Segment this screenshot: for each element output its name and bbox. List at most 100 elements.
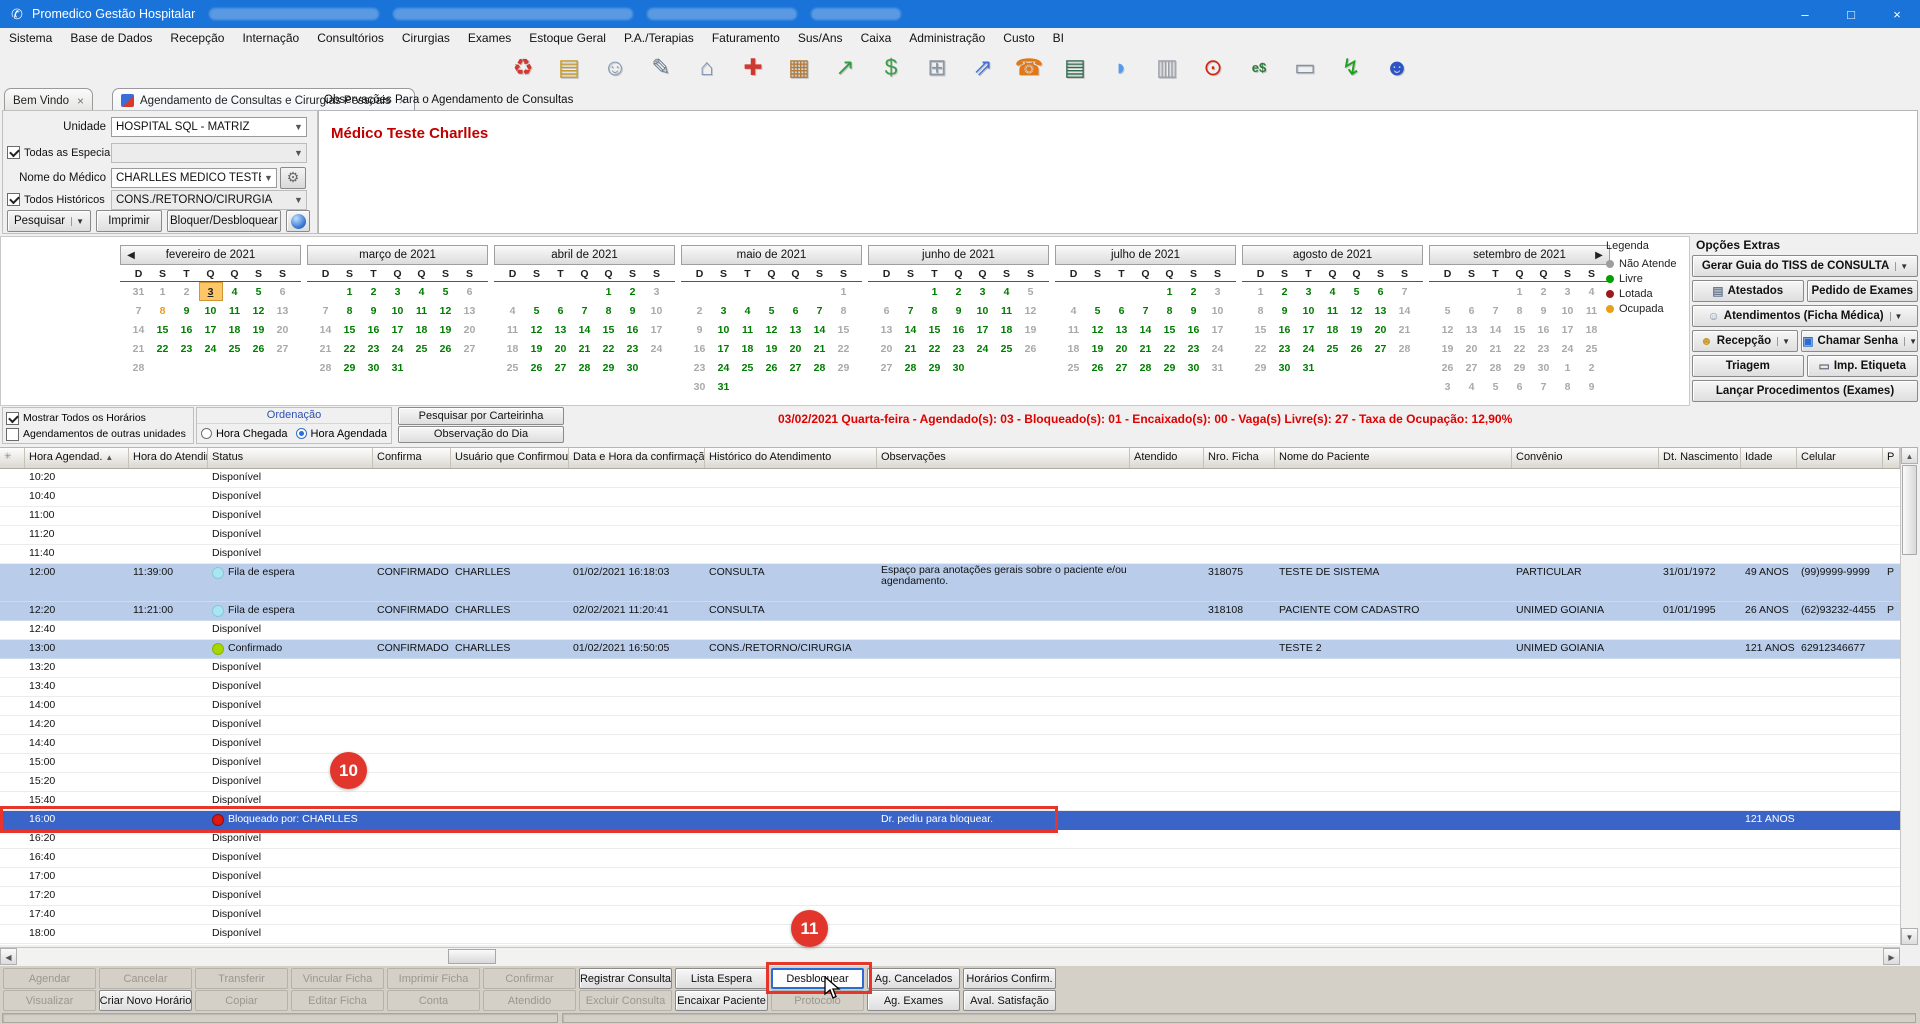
calendar-day[interactable]: 24 bbox=[1556, 339, 1580, 358]
calendar-day[interactable]: 2 bbox=[621, 282, 645, 301]
calendar-day[interactable]: 21 bbox=[127, 339, 151, 358]
chat-icon[interactable]: ◗ bbox=[1103, 50, 1139, 84]
vitals-chart-icon[interactable]: ↯ bbox=[1333, 50, 1369, 84]
criar-novo-hor-rio-button[interactable]: Criar Novo Horário bbox=[99, 990, 192, 1011]
calendar-day[interactable]: 24 bbox=[712, 358, 736, 377]
menu-custo[interactable]: Custo bbox=[994, 29, 1043, 47]
calendar-day[interactable]: 10 bbox=[1297, 301, 1321, 320]
calendar-day[interactable]: 12 bbox=[760, 320, 784, 339]
calendar-day[interactable]: 14 bbox=[808, 320, 832, 339]
calendar-day[interactable]: 29 bbox=[597, 358, 621, 377]
calendar-day[interactable]: 25 bbox=[1580, 339, 1604, 358]
calendar-day[interactable]: 27 bbox=[458, 339, 482, 358]
calendar-day[interactable]: 9 bbox=[175, 301, 199, 320]
calendar-day[interactable]: 2 bbox=[1580, 358, 1604, 377]
calendar-day[interactable]: 21 bbox=[573, 339, 597, 358]
calendar-day[interactable]: 22 bbox=[1508, 339, 1532, 358]
column-header-dc[interactable]: Data e Hora da confirmaçã bbox=[569, 448, 705, 468]
finance-chart-icon[interactable]: ⇗ bbox=[965, 50, 1001, 84]
column-header-u[interactable]: Usuário que Confirmou bbox=[451, 448, 569, 468]
calendar-day[interactable]: 16 bbox=[621, 320, 645, 339]
column-header-h[interactable]: Histórico do Atendimento bbox=[705, 448, 877, 468]
calendar-day[interactable]: 9 bbox=[1580, 377, 1604, 396]
hor-rios-confirm--button[interactable]: Horários Confirm. bbox=[963, 968, 1056, 989]
calendar-day[interactable]: 8 bbox=[1508, 301, 1532, 320]
calendar-day[interactable]: 28 bbox=[127, 358, 151, 377]
calendar-day[interactable]: 31 bbox=[712, 377, 736, 396]
calendar-day[interactable]: 3 bbox=[1297, 282, 1321, 301]
calendar-day[interactable]: 22 bbox=[597, 339, 621, 358]
calendar-day[interactable]: 27 bbox=[271, 339, 295, 358]
calendar-day[interactable]: 14 bbox=[573, 320, 597, 339]
extras-atestados-button[interactable]: ▤ Atestados bbox=[1692, 280, 1804, 302]
calendar-day[interactable]: 21 bbox=[314, 339, 338, 358]
vertical-scroll-thumb[interactable] bbox=[1902, 465, 1917, 555]
calendar-day[interactable]: 26 bbox=[434, 339, 458, 358]
calendar-day[interactable]: 1 bbox=[1158, 282, 1182, 301]
menu-administra-o[interactable]: Administração bbox=[900, 29, 994, 47]
calendar-day[interactable]: 12 bbox=[247, 301, 271, 320]
calendar-day[interactable]: 24 bbox=[386, 339, 410, 358]
table-row[interactable]: 10:40 Disponível bbox=[0, 488, 1900, 507]
calendar-day[interactable]: 27 bbox=[1110, 358, 1134, 377]
calendar-day[interactable]: 31 bbox=[1206, 358, 1230, 377]
calendar-day[interactable]: 4 bbox=[501, 301, 525, 320]
calendar-day[interactable]: 9 bbox=[947, 301, 971, 320]
table-row[interactable]: 17:40 Disponível bbox=[0, 906, 1900, 925]
scroll-right-icon[interactable]: ▶ bbox=[1883, 948, 1900, 965]
calendar-day[interactable]: 18 bbox=[410, 320, 434, 339]
calendar-day[interactable]: 27 bbox=[784, 358, 808, 377]
column-header-nf[interactable]: Nro. Ficha bbox=[1204, 448, 1275, 468]
calendar-day[interactable]: 3 bbox=[1436, 377, 1460, 396]
calendar-day[interactable]: 25 bbox=[1321, 339, 1345, 358]
calendar-day[interactable]: 13 bbox=[1460, 320, 1484, 339]
calendar-day[interactable]: 6 bbox=[875, 301, 899, 320]
calendar-day[interactable]: 10 bbox=[645, 301, 669, 320]
calendar-day[interactable]: 15 bbox=[597, 320, 621, 339]
column-header-at[interactable]: Hora do Atendime bbox=[129, 448, 208, 468]
calendar-day[interactable]: 9 bbox=[688, 320, 712, 339]
calendar-day[interactable]: 13 bbox=[458, 301, 482, 320]
table-row[interactable]: 18:00 Disponível bbox=[0, 925, 1900, 944]
calendar-day[interactable]: 14 bbox=[314, 320, 338, 339]
calendar-day[interactable]: 26 bbox=[247, 339, 271, 358]
menu-consult-rios[interactable]: Consultórios bbox=[308, 29, 393, 47]
calendar-day[interactable]: 23 bbox=[621, 339, 645, 358]
calendar-day[interactable]: 4 bbox=[736, 301, 760, 320]
calendar-day[interactable]: 26 bbox=[1436, 358, 1460, 377]
calendar-day[interactable]: 7 bbox=[573, 301, 597, 320]
calendar-day[interactable]: 11 bbox=[223, 301, 247, 320]
calendar-day[interactable]: 27 bbox=[549, 358, 573, 377]
calendar-day[interactable]: 5 bbox=[434, 282, 458, 301]
calendar-day[interactable]: 9 bbox=[1273, 301, 1297, 320]
extras-chamar-senha-button[interactable]: ▣ Chamar Senha ▼ bbox=[1801, 330, 1918, 352]
calendar-day[interactable]: 9 bbox=[1532, 301, 1556, 320]
calendar-day[interactable]: 7 bbox=[1532, 377, 1556, 396]
calendar-day[interactable]: 17 bbox=[386, 320, 410, 339]
calendar-day[interactable]: 17 bbox=[1297, 320, 1321, 339]
table-row[interactable]: 16:40 Disponível bbox=[0, 849, 1900, 868]
calendar-day[interactable]: 23 bbox=[1532, 339, 1556, 358]
calendar-day[interactable]: 30 bbox=[688, 377, 712, 396]
calendar-day[interactable]: 19 bbox=[760, 339, 784, 358]
encaixar-paciente-button[interactable]: Encaixar Paciente bbox=[675, 990, 768, 1011]
calendar-day[interactable]: 5 bbox=[1086, 301, 1110, 320]
calendar-day[interactable]: 3 bbox=[712, 301, 736, 320]
calendar-day[interactable]: 16 bbox=[175, 320, 199, 339]
calendar-day[interactable]: 2 bbox=[362, 282, 386, 301]
calendar-day[interactable]: 4 bbox=[995, 282, 1019, 301]
calendar-day[interactable]: 19 bbox=[434, 320, 458, 339]
calendar-day[interactable]: 3 bbox=[1206, 282, 1230, 301]
horizontal-scroll-thumb[interactable] bbox=[448, 949, 496, 964]
calendar-day[interactable]: 27 bbox=[875, 358, 899, 377]
calendar-day[interactable]: 31 bbox=[386, 358, 410, 377]
calendar-day[interactable]: 14 bbox=[127, 320, 151, 339]
menu-recep-o[interactable]: Recepção bbox=[161, 29, 233, 47]
ag-cancelados-button[interactable]: Ag. Cancelados bbox=[867, 968, 960, 989]
table-row[interactable]: 14:20 Disponível bbox=[0, 716, 1900, 735]
calendar-day[interactable]: 14 bbox=[1484, 320, 1508, 339]
calendar-day[interactable]: 20 bbox=[458, 320, 482, 339]
menu-estoque-geral[interactable]: Estoque Geral bbox=[520, 29, 615, 47]
calendar-day[interactable]: 10 bbox=[1556, 301, 1580, 320]
column-header-c[interactable]: Confirma bbox=[373, 448, 451, 468]
